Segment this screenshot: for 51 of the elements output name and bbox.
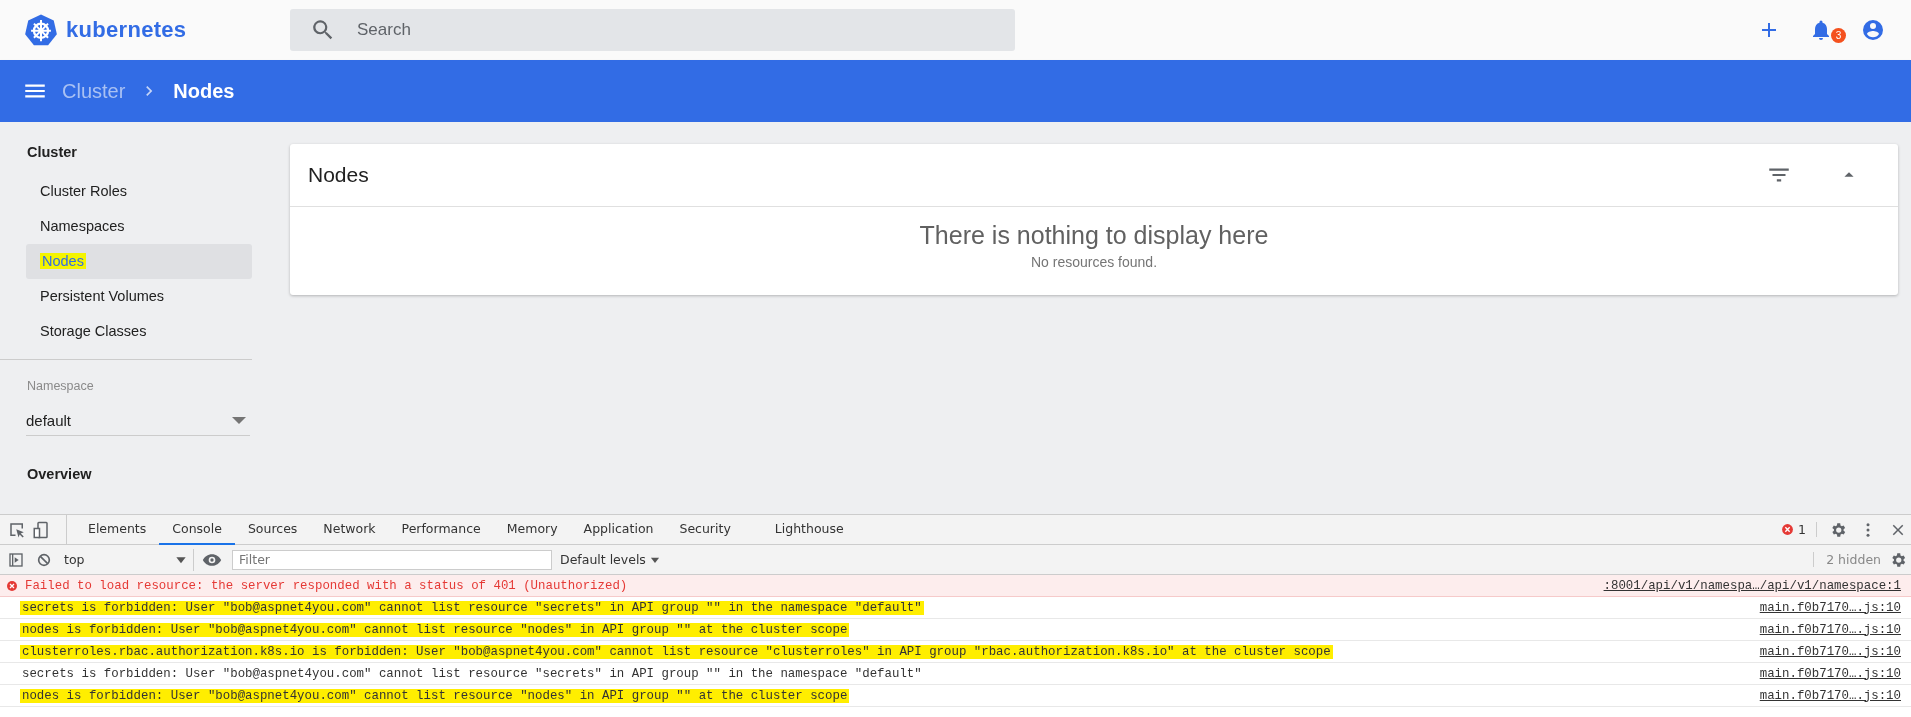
source-link[interactable]: main.f0b7170….js:10 [1759, 688, 1901, 703]
error-count: 1 [1798, 522, 1806, 537]
inspect-icon[interactable] [8, 520, 26, 539]
hidden-count: 2 hidden [1813, 552, 1881, 567]
search-field[interactable]: Search [290, 9, 1015, 51]
namespace-label: Namespace [27, 379, 95, 393]
dropdown-caret-icon [232, 416, 246, 424]
empty-state-title: There is nothing to display here [919, 221, 1269, 250]
sidebar-heading: Cluster [26, 143, 78, 162]
source-link[interactable]: :8001/api/v1/namespa…/api/v1/namespace:1 [1603, 578, 1901, 593]
context-select[interactable]: top [64, 548, 194, 571]
error-icon [6, 579, 18, 592]
device-toolbar-icon[interactable] [32, 520, 50, 539]
kubernetes-logo-icon [24, 13, 58, 47]
devtools-tab[interactable]: Memory [493, 515, 571, 545]
source-link[interactable]: main.f0b7170….js:10 [1759, 644, 1901, 659]
error-icon [1781, 523, 1795, 536]
sidebar-item[interactable]: Storage Classes [26, 314, 252, 349]
devtools-tab[interactable]: Elements [75, 515, 160, 545]
console-message: secrets is forbidden: User "bob@aspnet4you.com" cannot list resource "secrets" in API group "" in the namespace "default" [21, 666, 923, 681]
console-message: clusterroles.rbac.authorization.k8s.io is forbidden: User "bob@aspnet4you.com" cannot list resource "clusterroles" in API group "rbac.authorization.k8s.io" at the cluster scope [20, 644, 1333, 659]
levels-dropdown[interactable]: Default levels [560, 552, 662, 567]
logo-text: kubernetes [66, 17, 187, 43]
devtools-tab[interactable]: Network [310, 515, 389, 545]
console-message: Failed to load resource: the server responded with a status of 401 (Unauthorized) [24, 578, 629, 593]
filter-field[interactable]: Filter [232, 549, 552, 570]
notification-badge: 3 [1831, 28, 1846, 43]
console-message: secrets is forbidden: User "bob@aspnet4you.com" cannot list resource "secrets" in API group "" in the namespace "default" [20, 600, 924, 615]
namespace-select[interactable]: default [26, 405, 250, 436]
sidebar-heading: Overview [27, 466, 93, 482]
sidebar-item[interactable]: Cluster Roles [26, 174, 252, 209]
source-link[interactable]: main.f0b7170….js:10 [1759, 666, 1901, 681]
card-title: Nodes [308, 163, 370, 187]
breadcrumb-current: Nodes [173, 79, 235, 103]
sidebar-item[interactable]: Nodes [26, 244, 252, 279]
clear-console-icon[interactable] [36, 551, 52, 568]
devtools-tab[interactable]: Sources [234, 515, 311, 545]
bell-icon[interactable] [1813, 20, 1829, 40]
account-icon[interactable] [1861, 18, 1885, 42]
console-message: nodes is forbidden: User "bob@aspnet4you.com" cannot list resource "nodes" in API group "" at the cluster scope [20, 622, 850, 637]
devtools-tab[interactable]: Lighthouse [761, 515, 857, 545]
devtools-tab[interactable]: Security [666, 515, 744, 545]
sidebar-toggle-icon[interactable] [8, 551, 24, 568]
sidebar-item[interactable]: Namespaces [26, 209, 252, 244]
empty-state-subtitle: No resources found. [1030, 254, 1158, 270]
devtools-tab[interactable]: Performance [388, 515, 494, 545]
console-message: nodes is forbidden: User "bob@aspnet4you.com" cannot list resource "nodes" in API group "" at the cluster scope [20, 688, 850, 703]
devtools-tab[interactable]: Application [570, 515, 667, 545]
source-link[interactable]: main.f0b7170….js:10 [1759, 600, 1901, 615]
source-link[interactable]: main.f0b7170….js:10 [1759, 622, 1901, 637]
sidebar-item[interactable]: Persistent Volumes [26, 279, 252, 314]
